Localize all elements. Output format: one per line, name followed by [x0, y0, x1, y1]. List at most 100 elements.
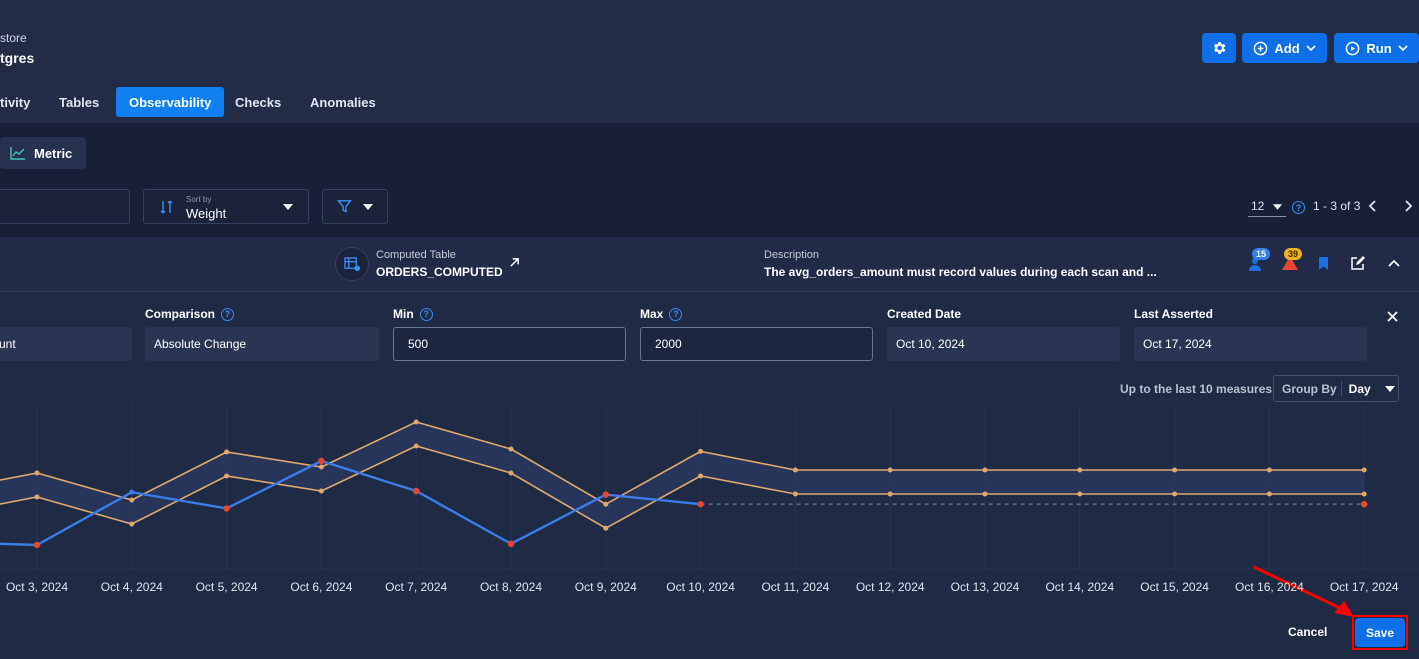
caret-down-icon [283, 204, 293, 210]
tab-activity[interactable]: tivity [0, 87, 43, 117]
settings-button[interactable] [1202, 33, 1236, 63]
datastore-name: tgres [0, 50, 35, 66]
lower-bound-point [698, 473, 704, 479]
lower-bound-point [1361, 491, 1367, 497]
measure-window-text: Up to the last 10 measures [1120, 382, 1273, 396]
x-tick-label: Oct 4, 2024 [100, 580, 163, 594]
chevron-down-icon [1306, 45, 1316, 52]
lower-bound-point [603, 525, 609, 531]
comparison-label: Comparison ? [145, 307, 235, 321]
help-icon[interactable]: ? [221, 307, 235, 321]
tab-observability[interactable]: Observability [116, 87, 225, 117]
help-icon[interactable]: ? [669, 307, 683, 321]
pagination-range: 1 - 3 of 3 [1313, 199, 1361, 213]
chevron-left-icon[interactable] [1368, 200, 1378, 212]
caret-down-icon[interactable] [1273, 204, 1282, 210]
min-label-text: Min [393, 307, 414, 321]
line-chart-icon [10, 147, 25, 160]
lower-bound-point [1077, 491, 1083, 497]
x-tick-label: Oct 14, 2024 [1045, 580, 1115, 594]
edit-icon[interactable] [1351, 256, 1365, 270]
save-button[interactable]: Save [1355, 618, 1405, 647]
upper-bound-point [887, 467, 893, 473]
lower-bound-point [34, 494, 40, 500]
upper-bound-point [413, 419, 419, 425]
upper-bound-point [508, 446, 514, 452]
chevron-down-icon [1398, 45, 1408, 52]
run-button[interactable]: Run [1334, 33, 1419, 63]
anomaly-point [1361, 501, 1368, 508]
x-tick-label: Oct 12, 2024 [855, 580, 925, 594]
metric-filter-chip[interactable]: Metric [0, 137, 86, 169]
help-icon[interactable]: ? [419, 307, 433, 321]
page-size-underline [1248, 216, 1286, 217]
info-badge-group[interactable]: 15 [1246, 248, 1274, 274]
x-tick-label: Oct 13, 2024 [950, 580, 1020, 594]
x-tick-label: Oct 7, 2024 [385, 580, 448, 594]
tab-checks[interactable]: Checks [222, 87, 294, 117]
x-tick-label: Oct 5, 2024 [195, 580, 258, 594]
upper-bound-point [603, 501, 609, 507]
created-date-value: Oct 10, 2024 [896, 337, 965, 351]
max-label: Max ? [640, 307, 683, 321]
play-circle-icon [1346, 41, 1360, 55]
group-by-value: Day [1348, 381, 1371, 396]
sort-select[interactable]: Sort by Weight [143, 189, 309, 224]
comparison-field[interactable]: Absolute Change [145, 327, 379, 361]
filter-icon [337, 200, 352, 213]
upper-bound-point [318, 464, 324, 470]
search-input[interactable] [0, 189, 130, 224]
last-asserted-value: Oct 17, 2024 [1143, 337, 1212, 351]
lower-bound-point [508, 470, 514, 476]
x-tick-label: Oct 6, 2024 [290, 580, 353, 594]
cancel-button[interactable]: Cancel [1288, 625, 1327, 639]
page-size-select[interactable]: 12 [1251, 199, 1264, 213]
anomaly-count-badge: 39 [1284, 248, 1303, 260]
plus-circle-icon [1254, 41, 1268, 55]
lower-bound-point [1266, 491, 1272, 497]
x-tick-label: Oct 10, 2024 [666, 580, 735, 594]
computed-table-caption: Computed Table [376, 249, 456, 261]
field-name-field[interactable]: unt [0, 327, 132, 361]
sort-value: Weight [186, 206, 227, 221]
min-label: Min ? [393, 307, 433, 321]
x-tick-label: Oct 17, 2024 [1329, 580, 1399, 594]
max-input[interactable]: 2000 [640, 327, 873, 361]
close-icon[interactable] [1387, 311, 1398, 322]
chevron-right-icon[interactable] [1403, 200, 1413, 212]
group-by-divider [1340, 381, 1342, 396]
max-label-text: Max [640, 307, 664, 321]
check-card-header[interactable] [0, 237, 1419, 292]
min-input[interactable]: 500 [393, 327, 626, 361]
add-button[interactable]: Add [1242, 33, 1327, 63]
field-name-value: unt [0, 337, 16, 351]
lower-bound-point [982, 491, 988, 497]
x-tick-label: Oct 15, 2024 [1140, 580, 1209, 594]
description-text: The avg_orders_amount must record values… [764, 265, 1157, 279]
upper-bound-point [1266, 467, 1272, 473]
help-icon[interactable]: ? [1292, 201, 1305, 214]
info-count-badge: 15 [1252, 248, 1271, 260]
anomaly-badge-group[interactable]: 39 [1281, 248, 1311, 274]
lower-bound-point [792, 491, 798, 497]
external-link-arrow-icon[interactable] [509, 257, 520, 268]
lower-bound-point [318, 488, 324, 494]
breadcrumb[interactable]: store [0, 31, 27, 45]
computed-table-name[interactable]: ORDERS_COMPUTED [376, 265, 503, 279]
comparison-label-text: Comparison [145, 307, 216, 321]
bookmark-icon[interactable] [1318, 257, 1329, 270]
metric-chart [0, 405, 1419, 570]
tab-tables[interactable]: Tables [46, 87, 112, 117]
lower-bound-point [887, 491, 893, 497]
tab-anomalies[interactable]: Anomalies [297, 87, 389, 117]
description-caption: Description [764, 249, 820, 261]
last-asserted-label-text: Last Asserted [1134, 307, 1213, 321]
group-by-select[interactable]: Group By Day [1273, 375, 1399, 402]
upper-bound-point [34, 470, 40, 476]
chevron-up-icon[interactable] [1388, 259, 1400, 267]
filter-button[interactable] [322, 189, 388, 224]
lower-bound-point [1172, 491, 1178, 497]
created-date-label-text: Created Date [887, 307, 962, 321]
comparison-value: Absolute Change [154, 337, 247, 351]
anomaly-point [33, 541, 41, 549]
